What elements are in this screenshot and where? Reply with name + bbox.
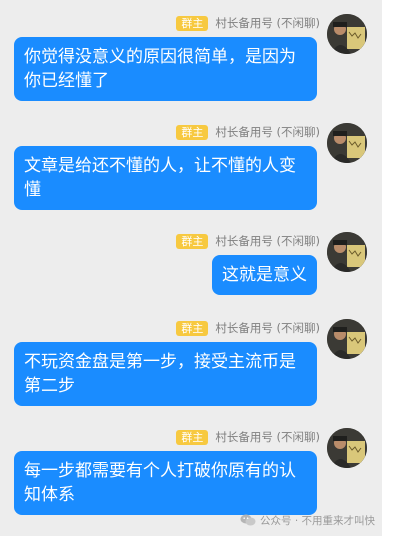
person-avatar-icon [327,428,367,468]
person-avatar-icon [327,14,367,54]
person-avatar-icon [327,232,367,272]
message-bubble[interactable]: 不玩资金盘是第一步，接受主流币是第二步 [14,342,317,406]
group-owner-badge: 群主 [176,320,209,336]
group-owner-badge: 群主 [176,429,209,445]
watermark-text: 公众号 · 不用重来才叫快 [260,514,376,527]
sender-avatar[interactable] [327,14,367,54]
sender-name[interactable]: 村长备用号 (不闲聊) [215,233,320,249]
person-avatar-icon [327,319,367,359]
group-owner-badge: 群主 [176,124,209,140]
right-edge-strip [382,0,406,536]
message-meta: 群主 村长备用号 (不闲聊) [176,428,320,446]
sender-name[interactable]: 村长备用号 (不闲聊) [215,429,320,445]
sender-avatar[interactable] [327,319,367,359]
message-meta: 群主 村长备用号 (不闲聊) [176,123,320,141]
sender-avatar[interactable] [327,232,367,272]
sender-avatar[interactable] [327,123,367,163]
person-avatar-icon [327,123,367,163]
message-bubble[interactable]: 这就是意义 [212,255,317,295]
account-watermark: 公众号 · 不用重来才叫快 [240,511,375,529]
chat-message-list[interactable]: 群主 村长备用号 (不闲聊) 你觉得没意义的原因很简单，是因为你已经懂了 群主 … [0,0,382,536]
message-meta: 群主 村长备用号 (不闲聊) [176,319,320,337]
message-bubble[interactable]: 文章是给还不懂的人，让不懂的人变懂 [14,146,317,210]
wechat-icon [240,514,256,526]
sender-name[interactable]: 村长备用号 (不闲聊) [215,15,320,31]
group-owner-badge: 群主 [176,15,209,31]
sender-name[interactable]: 村长备用号 (不闲聊) [215,124,320,140]
message-meta: 群主 村长备用号 (不闲聊) [176,14,320,32]
sender-name[interactable]: 村长备用号 (不闲聊) [215,320,320,336]
message-bubble[interactable]: 每一步都需要有个人打破你原有的认知体系 [14,451,317,515]
group-owner-badge: 群主 [176,233,209,249]
message-bubble[interactable]: 你觉得没意义的原因很简单，是因为你已经懂了 [14,37,317,101]
sender-avatar[interactable] [327,428,367,468]
message-meta: 群主 村长备用号 (不闲聊) [176,232,320,250]
